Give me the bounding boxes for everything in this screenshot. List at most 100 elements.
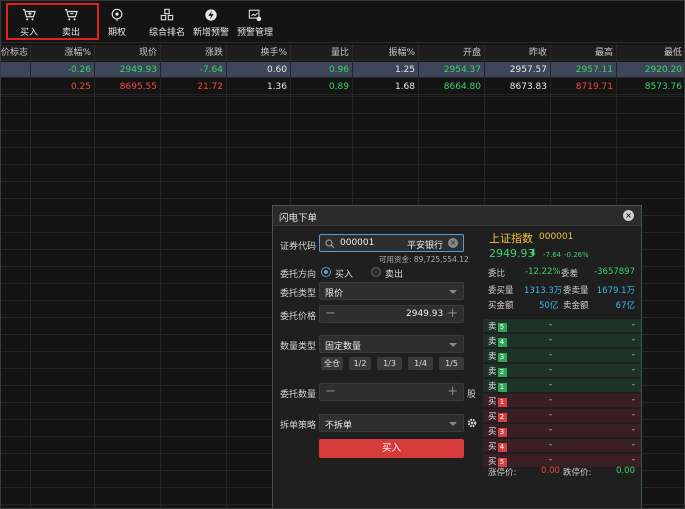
column-header[interactable]: 量比 bbox=[291, 45, 353, 61]
direction-label: 委托方向 bbox=[280, 270, 317, 280]
table-cell: 2957.57 bbox=[485, 62, 551, 78]
table-cell: 2957.11 bbox=[551, 62, 617, 78]
limit-row: 涨停价: 0.00 跌停价: 0.00 bbox=[483, 465, 641, 479]
level-number: 1 bbox=[497, 383, 507, 392]
column-header[interactable]: 涨幅% bbox=[31, 45, 95, 61]
level-volume: - bbox=[631, 440, 635, 450]
qty-stepper[interactable]: − + bbox=[319, 383, 464, 401]
level-price: - bbox=[549, 365, 553, 375]
gear-icon[interactable] bbox=[467, 418, 477, 428]
bid-level-row[interactable]: 买3 - - bbox=[483, 424, 641, 437]
alert-manage-toolbar-button[interactable]: 预警管理 bbox=[235, 7, 275, 39]
level-price: - bbox=[549, 410, 553, 420]
direction-sell-label: 卖出 bbox=[385, 270, 404, 280]
close-icon[interactable]: × bbox=[623, 210, 634, 221]
column-header[interactable]: 昨收 bbox=[485, 45, 551, 61]
column-header[interactable]: 换手% bbox=[227, 45, 291, 61]
bid-level-row[interactable]: 买1 - - bbox=[483, 394, 641, 407]
column-header[interactable]: 现价 bbox=[95, 45, 161, 61]
grid-line bbox=[1, 181, 684, 182]
ask-level-row[interactable]: 卖1 - - bbox=[483, 379, 641, 392]
level-price: - bbox=[549, 320, 553, 330]
weibi-value: -12.22% bbox=[525, 267, 561, 277]
level-name: 卖4 bbox=[488, 335, 507, 347]
column-header[interactable]: 涨跌 bbox=[161, 45, 227, 61]
table-cell: -0.26 bbox=[31, 62, 95, 78]
weimaii-value: 1679.1万 bbox=[596, 286, 635, 296]
ask-level-row[interactable]: 卖2 - - bbox=[483, 364, 641, 377]
level-name: 卖1 bbox=[488, 380, 507, 392]
ask-level-row[interactable]: 卖4 - - bbox=[483, 334, 641, 347]
level-price: - bbox=[549, 335, 553, 345]
level-volume: - bbox=[631, 455, 635, 465]
level-number: 1 bbox=[497, 398, 507, 407]
minus-icon[interactable]: − bbox=[325, 385, 336, 399]
ask-level-row[interactable]: 卖3 - - bbox=[483, 349, 641, 362]
table-cell: 0.89 bbox=[291, 79, 353, 95]
level-label: 买 bbox=[488, 397, 497, 407]
buy-submit-button[interactable]: 买入 bbox=[319, 439, 464, 458]
level-volume: - bbox=[631, 320, 635, 330]
minus-icon[interactable]: − bbox=[325, 307, 336, 321]
split-label: 拆单策略 bbox=[280, 421, 317, 431]
table-cell: 8719.71 bbox=[551, 79, 617, 95]
level-volume: - bbox=[631, 380, 635, 390]
level-price: - bbox=[549, 350, 553, 360]
grid-column-line bbox=[30, 61, 31, 508]
buy-toolbar-label: 买入 bbox=[19, 28, 38, 38]
level-label: 卖 bbox=[488, 337, 497, 347]
security-code-input[interactable]: 000001 平安银行 × bbox=[319, 234, 464, 252]
bid-level-row[interactable]: 买2 - - bbox=[483, 409, 641, 422]
new-alert-toolbar-button[interactable]: 新增预警 bbox=[191, 7, 231, 39]
ranking-toolbar-button[interactable]: 综合排名 bbox=[147, 7, 187, 39]
table-header: 价标志 涨幅% 现价 涨跌 换手% 量比 振幅% 开盘 昨收 最高 最低 bbox=[1, 45, 684, 61]
column-header[interactable]: 最高 bbox=[551, 45, 617, 61]
level-price: - bbox=[549, 455, 553, 465]
buy-toolbar-button[interactable]: 买入 bbox=[17, 7, 41, 39]
qty-half-button[interactable]: 1/2 bbox=[349, 357, 371, 370]
qty-full-button[interactable]: 全仓 bbox=[321, 357, 343, 370]
bid-level-row[interactable]: 买4 - - bbox=[483, 439, 641, 452]
qty-type-select[interactable]: 固定数量 bbox=[319, 335, 464, 353]
order-type-select[interactable]: 限价 bbox=[319, 282, 464, 300]
plus-icon[interactable]: + bbox=[447, 307, 458, 321]
table-row[interactable]: 0.25 8695.55 21.72 1.36 0.89 1.68 8664.80 8673.… bbox=[1, 79, 684, 95]
direction-buy-radio[interactable] bbox=[321, 267, 331, 277]
search-icon bbox=[325, 239, 335, 249]
table-row[interactable]: -0.26 2949.93 -7.64 0.60 0.96 1.25 2954.37 2957… bbox=[1, 62, 684, 78]
order-type-label: 委托类型 bbox=[280, 289, 317, 299]
qty-fifth-button[interactable]: 1/5 bbox=[439, 357, 464, 370]
plus-icon[interactable]: + bbox=[447, 385, 458, 399]
options-toolbar-button[interactable]: 期权 bbox=[105, 7, 129, 39]
column-header[interactable]: 价标志 bbox=[1, 45, 31, 61]
location-pin-icon bbox=[108, 7, 126, 23]
weicha-label: 委差 bbox=[561, 269, 579, 279]
column-header[interactable]: 振幅% bbox=[353, 45, 419, 61]
column-header[interactable]: 开盘 bbox=[419, 45, 485, 61]
alert-manage-toolbar-label: 预警管理 bbox=[236, 28, 273, 38]
price-stepper[interactable]: − 2949.93 + bbox=[319, 305, 464, 323]
split-select[interactable]: 不拆单 bbox=[319, 414, 464, 432]
sell-toolbar-button[interactable]: 卖出 bbox=[59, 7, 83, 39]
price-value: 2949.93 bbox=[406, 309, 444, 319]
arrow-down-icon: ⬇ bbox=[529, 248, 538, 259]
qty-type-value: 固定数量 bbox=[325, 342, 362, 352]
qty-third-button[interactable]: 1/3 bbox=[377, 357, 402, 370]
ranking-toolbar-label: 综合排名 bbox=[148, 28, 185, 38]
qty-quick-buttons: 全仓 1/2 1/3 1/4 1/5 bbox=[319, 357, 464, 370]
table-cell: 1.36 bbox=[227, 79, 291, 95]
column-header[interactable]: 最低 bbox=[617, 45, 684, 61]
level-number: 4 bbox=[497, 443, 507, 452]
grid-line bbox=[1, 113, 684, 114]
level-volume: - bbox=[631, 410, 635, 420]
level-volume: - bbox=[631, 395, 635, 405]
table-cell: -7.64 bbox=[161, 62, 227, 78]
qty-quarter-button[interactable]: 1/4 bbox=[408, 357, 433, 370]
grid-column-line bbox=[226, 61, 227, 508]
direction-sell-radio[interactable] bbox=[371, 267, 381, 277]
quote-weimai-row: 委买量 1313.3万 委卖量 1679.1万 bbox=[483, 283, 641, 297]
ask-level-row[interactable]: 卖5 - - bbox=[483, 319, 641, 332]
clear-icon[interactable]: × bbox=[448, 238, 458, 248]
level-name: 买2 bbox=[488, 410, 507, 422]
price-label: 委托价格 bbox=[280, 312, 317, 322]
